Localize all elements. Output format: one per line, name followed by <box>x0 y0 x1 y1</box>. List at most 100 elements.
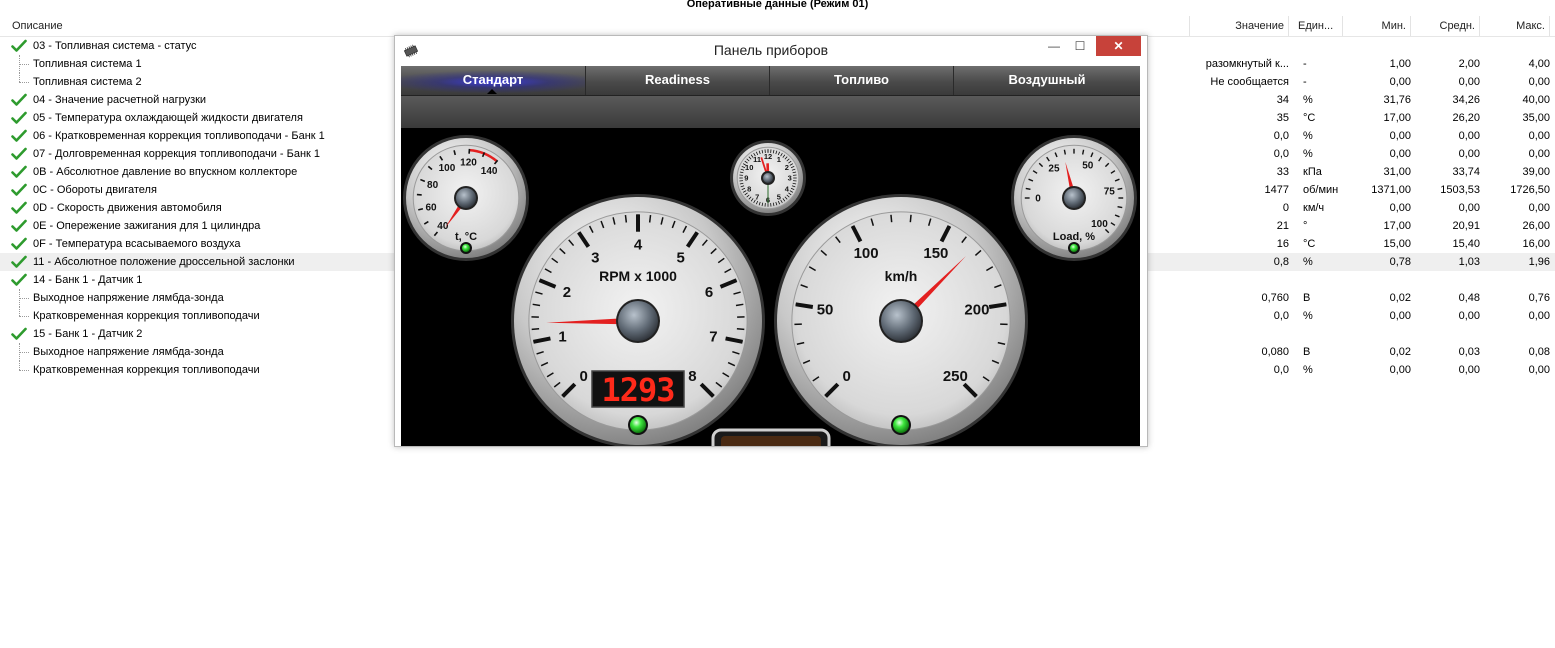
tab-fuel[interactable]: Топливо <box>770 66 954 95</box>
row-max: 1,96 <box>1528 256 1550 268</box>
column-header-unit[interactable]: Един... <box>1298 16 1343 36</box>
row-value: 1477 <box>1264 184 1289 196</box>
rpm-gauge: 0 1 2 3 4 5 6 7 8 RPM x 1000 1293 <box>511 194 765 446</box>
minimize-button[interactable]: — <box>1041 36 1067 56</box>
row-max: 35,00 <box>1522 112 1550 124</box>
speed-tick-label: 0 <box>842 368 850 385</box>
load-tick-label: 75 <box>1104 187 1116 198</box>
row-min <box>1344 37 1411 55</box>
temperature-tick <box>418 207 424 211</box>
row-unit <box>1298 271 1342 289</box>
row-max: 4,00 <box>1528 58 1550 70</box>
row-unit: - <box>1303 58 1307 70</box>
row-unit: ° <box>1303 220 1308 232</box>
row-value: 34 <box>1276 94 1289 106</box>
row-description: Кратковременная коррекция топливоподачи <box>33 364 260 376</box>
tab-readiness[interactable]: Readiness <box>586 66 770 95</box>
row-unit: °C <box>1303 112 1316 124</box>
clock-gauge: 121234567891011 <box>730 140 806 216</box>
row-unit: °C <box>1303 238 1316 250</box>
column-header-max[interactable]: Макс. <box>1482 16 1550 36</box>
speed-gauge: 0 50 100 150 200 250 km/h <box>774 194 1028 446</box>
bottom-indicator-screen <box>721 436 821 446</box>
row-description: 07 - Долговременная коррекция топливопод… <box>33 148 321 160</box>
rpm-tick-label: 8 <box>688 368 696 385</box>
row-value: 0 <box>1282 202 1289 214</box>
temperature-tick-label: 140 <box>481 166 498 177</box>
row-avg: 0,03 <box>1458 346 1480 358</box>
row-max <box>1482 37 1550 55</box>
gauges-area: 406080100120140t, °C12123456789101102550… <box>403 135 1137 446</box>
row-unit: об/мин <box>1303 184 1339 196</box>
row-max <box>1482 271 1550 289</box>
row-avg: 0,00 <box>1458 148 1480 160</box>
column-header-value[interactable]: Значение <box>1192 16 1289 36</box>
row-min: 0,00 <box>1389 76 1411 88</box>
row-max: 0,00 <box>1528 148 1550 160</box>
tab-air[interactable]: Воздушный <box>954 66 1140 95</box>
row-description: 0F - Температура всасываемого воздуха <box>33 238 241 250</box>
row-max <box>1482 325 1550 343</box>
temperature-tick <box>453 150 457 156</box>
rpm-tick-label: 3 <box>591 249 599 266</box>
load-tick <box>1117 205 1123 209</box>
row-min: 1371,00 <box>1371 184 1411 196</box>
speed-minor-tick <box>909 214 912 223</box>
dashboard-titlebar[interactable]: Панель приборов — ☐ ✕ <box>395 36 1147 64</box>
row-avg: 0,00 <box>1458 202 1480 214</box>
temperature-gauge-label: t, °C <box>455 231 477 243</box>
row-description: Топливная система 2 <box>33 76 142 88</box>
close-button[interactable]: ✕ <box>1096 36 1141 56</box>
row-avg: 1503,53 <box>1440 184 1480 196</box>
column-header-avg[interactable]: Средн. <box>1413 16 1480 36</box>
speed-tick-label: 200 <box>964 301 989 318</box>
row-value <box>1192 37 1289 55</box>
rpm-minor-tick <box>624 215 628 223</box>
clock-number: 9 <box>744 174 748 183</box>
window-title: Оперативные данные (Режим 01) <box>686 0 869 10</box>
row-min: 0,00 <box>1389 148 1411 160</box>
row-value: 35 <box>1276 112 1289 124</box>
row-unit: км/ч <box>1303 202 1325 214</box>
rpm-tick-label: 7 <box>709 328 717 345</box>
row-unit: % <box>1303 130 1313 142</box>
row-min: 0,00 <box>1389 310 1411 322</box>
row-value <box>1192 271 1289 289</box>
clock-number: 8 <box>747 184 751 193</box>
temperature-tick-label: 40 <box>437 221 449 232</box>
row-unit: % <box>1303 148 1313 160</box>
instrument-panel: Стандарт Readiness Топливо Воздушный 40 … <box>401 66 1140 446</box>
clock-number: 7 <box>755 192 759 201</box>
speed-tick-label: 250 <box>943 368 968 385</box>
row-description: 0B - Абсолютное давление во впускном кол… <box>33 166 298 178</box>
rpm-gauge-label: RPM x 1000 <box>599 268 677 284</box>
rpm-digital-readout: 1293 <box>601 371 674 409</box>
row-max: 0,00 <box>1528 76 1550 88</box>
row-description: Выходное напряжение лямбда-зонда <box>33 346 224 358</box>
row-description: 14 - Банк 1 - Датчик 1 <box>33 274 143 286</box>
row-description: 11 - Абсолютное положение дроссельной за… <box>33 256 295 268</box>
column-header-min[interactable]: Мин. <box>1344 16 1411 36</box>
load-led <box>1070 244 1078 252</box>
row-description: 03 - Топливная система - статус <box>33 40 197 52</box>
clock-number: 2 <box>785 163 789 172</box>
temperature-tick-label: 60 <box>426 202 438 213</box>
row-value: 0,0 <box>1273 130 1289 142</box>
clock-hub <box>763 173 773 183</box>
load-hub <box>1064 188 1084 208</box>
column-header-description[interactable]: Описание <box>0 16 1190 36</box>
row-unit: % <box>1303 310 1313 322</box>
row-value: Не сообщается <box>1210 76 1289 88</box>
maximize-button[interactable]: ☐ <box>1067 36 1093 56</box>
row-min: 0,78 <box>1389 256 1411 268</box>
row-max: 16,00 <box>1522 238 1550 250</box>
clock-number: 1 <box>777 155 781 164</box>
rpm-hub <box>618 301 658 341</box>
tab-subbar <box>401 96 1140 128</box>
row-value: 0,760 <box>1261 292 1289 304</box>
speed-hub <box>881 301 921 341</box>
row-value: 21 <box>1276 220 1289 232</box>
row-min: 31,00 <box>1383 166 1411 178</box>
row-max: 0,00 <box>1528 130 1550 142</box>
rpm-minor-tick <box>648 215 652 223</box>
